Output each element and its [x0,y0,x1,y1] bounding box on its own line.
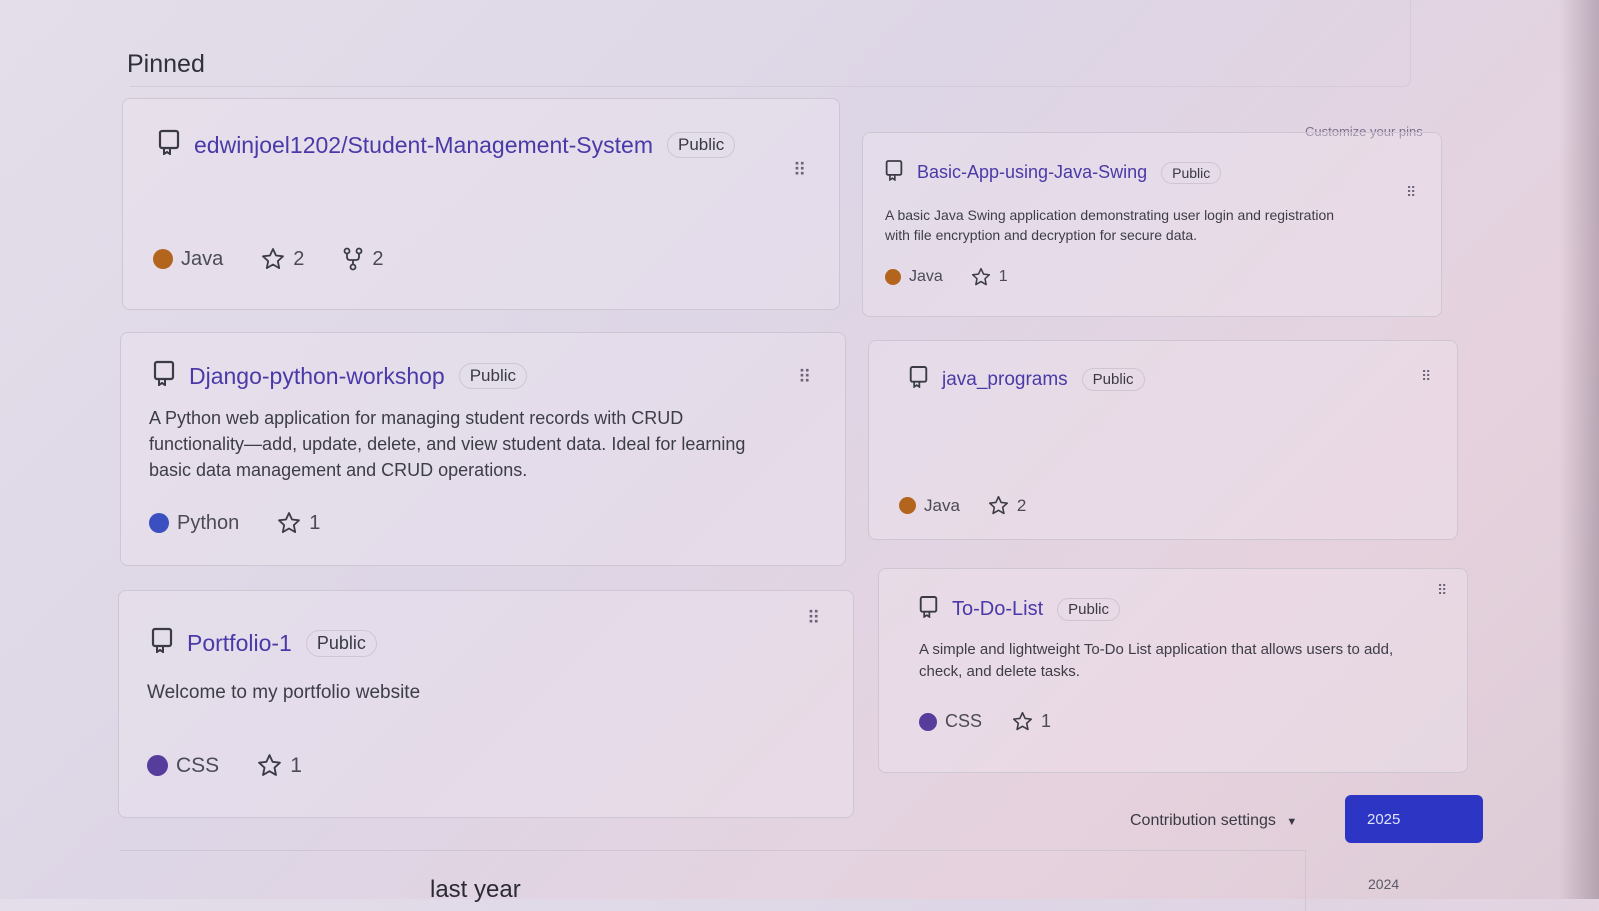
language-label: Java [909,268,943,285]
language-label: CSS [176,753,220,777]
drag-handle-icon[interactable]: ⠿ [793,161,806,179]
pinned-card: To-Do-List Public ⠿ A simple and lightwe… [878,568,1468,773]
drag-handle-icon[interactable]: ⠿ [798,368,811,386]
repo-description: functionality—add, update, delete, and v… [149,434,746,455]
star-icon[interactable] [257,753,282,778]
star-count[interactable]: 2 [293,248,304,271]
star-icon[interactable] [988,495,1009,516]
repo-icon [919,595,938,624]
pinned-card: java_programs Public ⠿ Java 2 [868,340,1458,540]
drag-handle-icon[interactable]: ⠿ [1421,369,1431,383]
contribution-settings-label: Contribution settings [1130,812,1276,829]
drag-handle-icon[interactable]: ⠿ [1406,185,1416,199]
visibility-badge: Public [667,132,736,158]
visibility-badge: Public [458,363,528,389]
star-count[interactable]: 1 [1041,711,1051,732]
repo-description: check, and delete tasks. [919,662,1080,680]
fork-icon[interactable] [342,247,364,271]
contributions-heading: last year [430,876,521,903]
repo-description: A simple and lightweight To-Do List appl… [919,641,1394,658]
repo-name-link[interactable]: Basic-App-using-Java-Swing [917,162,1147,183]
language-label: Java [924,495,960,515]
year-button-2025[interactable]: 2025 [1345,795,1483,843]
repo-icon [158,129,180,161]
repo-name-link[interactable]: To-Do-List [952,598,1043,621]
repo-description: A Python web application for managing st… [149,408,684,428]
star-icon[interactable] [277,511,301,535]
language-color-dot [885,269,901,285]
visibility-badge: Public [1161,161,1222,184]
language-label: Python [177,511,240,534]
language-label: CSS [945,711,983,731]
pinned-card: Portfolio-1 Public ⠿ Welcome to my portf… [118,590,854,818]
repo-description: A basic Java Swing application demonstra… [885,207,1335,223]
repo-icon [151,627,173,659]
pinned-heading: Pinned [127,50,205,78]
star-icon[interactable] [1012,711,1033,732]
repo-name-link[interactable]: java_programs [942,369,1068,391]
contribution-settings-dropdown[interactable]: Contribution settings ▼ [1130,812,1297,830]
language-color-dot [149,513,169,533]
language-color-dot [153,249,173,269]
star-icon[interactable] [261,247,285,271]
visibility-badge: Public [305,629,377,657]
repo-name-link[interactable]: Django-python-workshop [189,363,445,390]
fork-count[interactable]: 2 [372,248,383,271]
star-count[interactable]: 1 [309,512,320,535]
screen-edge-shadow [1559,0,1599,899]
language-color-dot [919,712,937,731]
visibility-badge: Public [1081,368,1145,391]
star-count[interactable]: 1 [999,268,1008,286]
star-count[interactable]: 2 [1017,496,1026,516]
top-section-border [130,0,1411,87]
star-icon[interactable] [971,267,991,287]
contributions-panel-border [120,850,1306,911]
repo-icon [153,360,175,392]
repo-name-link[interactable]: Portfolio-1 [187,630,292,657]
language-label: Java [181,247,224,270]
drag-handle-icon[interactable]: ⠿ [1437,583,1447,597]
chevron-down-icon: ▼ [1286,816,1298,828]
language-color-dot [899,497,916,514]
visibility-badge: Public [1057,598,1120,621]
repo-icon [909,365,928,394]
repo-name-link[interactable]: edwinjoel1202/Student-Management-System [194,132,653,159]
star-count[interactable]: 1 [290,754,302,778]
pinned-card: Basic-App-using-Java-Swing Public ⠿ A ba… [862,132,1442,317]
repo-description: basic data management and CRUD operation… [149,460,528,481]
pinned-card: Django-python-workshop Public ⠿ A Python… [120,332,846,566]
year-button-2024[interactable]: 2024 [1368,876,1399,892]
pinned-card: edwinjoel1202/Student-Management-System … [122,98,840,310]
drag-handle-icon[interactable]: ⠿ [807,609,820,627]
repo-icon [885,159,903,186]
repo-description: Welcome to my portfolio website [147,682,421,703]
repo-description: with file encryption and decryption for … [885,227,1198,244]
language-color-dot [147,755,168,776]
